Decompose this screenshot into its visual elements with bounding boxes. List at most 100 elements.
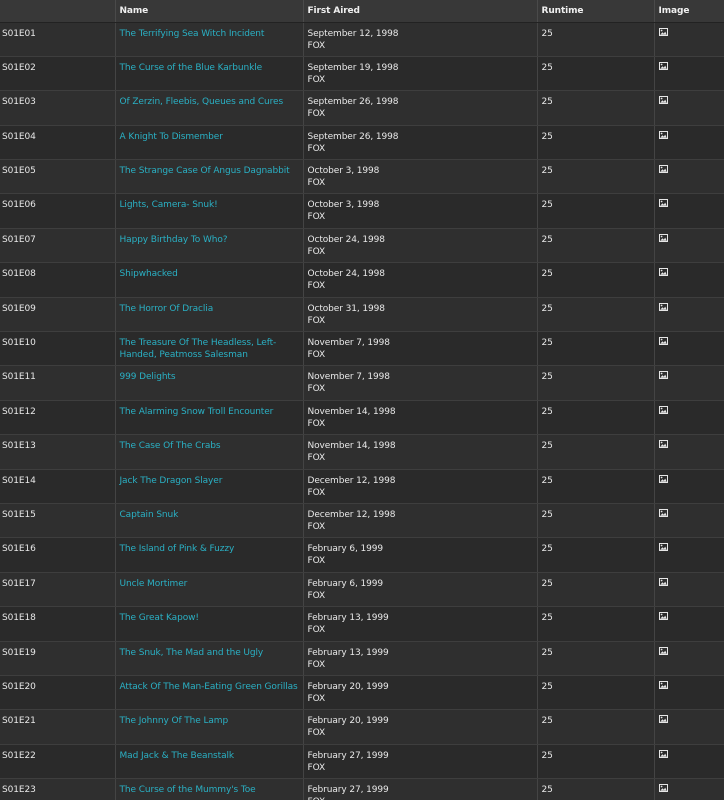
runtime-cell: 25 <box>537 641 655 676</box>
runtime-cell: 25 <box>537 469 655 504</box>
episode-name-cell: The Island of Pink & Fuzzy <box>115 537 304 573</box>
episode-name-link[interactable]: 999 Delights <box>120 372 176 382</box>
episode-name-cell: Lights, Camera- Snuk! <box>115 193 304 229</box>
episode-number: S01E22 <box>2 750 36 761</box>
runtime-cell: 25 <box>537 56 655 92</box>
episode-name-link[interactable]: The Alarming Snow Troll Encounter <box>120 407 274 417</box>
episode-name-cell: The Curse of the Mummy's Toe <box>115 778 304 800</box>
image-icon[interactable] <box>658 646 668 655</box>
image-icon[interactable] <box>658 543 668 552</box>
image-icon[interactable] <box>658 233 668 242</box>
image-cell <box>654 125 724 161</box>
table-row: S01E09 The Horror Of Draclia October 31,… <box>0 297 724 333</box>
image-icon[interactable] <box>658 680 668 689</box>
network-name: FOX <box>307 453 326 464</box>
first-aired-cell: February 20, 1999 FOX <box>303 709 538 745</box>
header-first-aired[interactable]: First Aired <box>303 0 538 23</box>
episode-name-link[interactable]: Uncle Mortimer <box>120 579 188 589</box>
table-row: S01E03 Of Zerzin, Fleebis, Queues and Cu… <box>0 90 724 126</box>
image-icon[interactable] <box>658 130 668 139</box>
image-icon[interactable] <box>658 302 668 311</box>
image-icon[interactable] <box>658 165 668 174</box>
episode-name-link[interactable]: Of Zerzin, Fleebis, Queues and Cures <box>120 97 284 107</box>
first-aired-date: February 6, 1999 <box>307 578 384 589</box>
image-cell <box>654 469 724 504</box>
first-aired-cell: September 26, 1998 FOX <box>303 125 538 161</box>
first-aired-date: September 19, 1998 <box>307 62 399 73</box>
image-icon[interactable] <box>658 27 668 36</box>
episode-number-cell: S01E07 <box>0 228 116 264</box>
image-icon[interactable] <box>658 61 668 70</box>
first-aired-cell: February 27, 1999 FOX <box>303 778 538 800</box>
runtime-cell: 25 <box>537 606 655 642</box>
image-icon[interactable] <box>658 784 668 793</box>
network-name: FOX <box>307 384 326 395</box>
episode-name-link[interactable]: The Horror Of Draclia <box>120 304 214 314</box>
first-aired-cell: December 12, 1998 FOX <box>303 503 538 539</box>
runtime-value: 25 <box>541 234 553 245</box>
episode-number-cell: S01E22 <box>0 744 116 780</box>
episode-name-link[interactable]: Jack The Dragon Slayer <box>120 476 223 486</box>
image-icon[interactable] <box>658 96 668 105</box>
episode-name-link[interactable]: The Johnny Of The Lamp <box>120 716 229 726</box>
episode-name-cell: The Alarming Snow Troll Encounter <box>115 400 304 436</box>
image-icon[interactable] <box>658 612 668 621</box>
image-icon[interactable] <box>658 440 668 449</box>
episode-name-link[interactable]: The Strange Case Of Angus Dagnabbit <box>120 166 290 176</box>
image-icon[interactable] <box>658 715 668 724</box>
episode-name-link[interactable]: Captain Snuk <box>120 510 179 520</box>
episode-name-link[interactable]: The Great Kapow! <box>120 613 199 623</box>
table-row: S01E13 The Case Of The Crabs November 14… <box>0 434 724 470</box>
first-aired-date: February 6, 1999 <box>307 544 384 555</box>
first-aired-date: September 12, 1998 <box>307 28 399 39</box>
image-cell <box>654 641 724 676</box>
table-row: S01E20 Attack Of The Man-Eating Green Go… <box>0 675 724 711</box>
first-aired-cell: February 20, 1999 FOX <box>303 675 538 711</box>
episode-name-link[interactable]: The Terrifying Sea Witch Incident <box>120 29 265 39</box>
image-icon[interactable] <box>658 371 668 380</box>
image-icon[interactable] <box>658 577 668 586</box>
episode-name-link[interactable]: Attack Of The Man-Eating Green Gorillas <box>120 682 298 692</box>
episode-number-cell: S01E06 <box>0 193 116 229</box>
image-icon[interactable] <box>658 474 668 483</box>
image-cell <box>654 400 724 436</box>
episode-name-link[interactable]: The Case Of The Crabs <box>120 441 221 451</box>
network-name: FOX <box>307 40 326 51</box>
network-name: FOX <box>307 762 326 773</box>
header-name[interactable]: Name <box>115 0 304 23</box>
first-aired-date: October 3, 1998 <box>307 166 380 177</box>
image-icon[interactable] <box>658 337 668 346</box>
episode-name-link[interactable]: Happy Birthday To Who? <box>120 235 228 245</box>
image-cell <box>654 331 724 367</box>
image-icon[interactable] <box>658 749 668 758</box>
image-icon[interactable] <box>658 405 668 414</box>
episode-name-cell: Attack Of The Man-Eating Green Gorillas <box>115 675 304 711</box>
runtime-value: 25 <box>541 62 553 73</box>
episode-name-link[interactable]: Shipwhacked <box>120 269 178 279</box>
first-aired-cell: October 3, 1998 FOX <box>303 193 538 229</box>
image-cell <box>654 572 724 608</box>
table-row: S01E06 Lights, Camera- Snuk! October 3, … <box>0 193 724 229</box>
episode-name-cell: The Horror Of Draclia <box>115 297 304 333</box>
header-runtime[interactable]: Runtime <box>537 0 655 23</box>
episode-number-cell: S01E09 <box>0 297 116 333</box>
network-name: FOX <box>307 350 326 361</box>
image-icon[interactable] <box>658 508 668 517</box>
table-row: S01E11 999 Delights November 7, 1998 FOX… <box>0 365 724 401</box>
episode-name-link[interactable]: Mad Jack & The Beanstalk <box>120 751 235 761</box>
episode-name-link[interactable]: The Treasure Of The Headless, Left-Hande… <box>120 338 277 360</box>
episode-name-link[interactable]: Lights, Camera- Snuk! <box>120 200 218 210</box>
episode-name-link[interactable]: The Island of Pink & Fuzzy <box>120 544 235 554</box>
image-icon[interactable] <box>658 199 668 208</box>
episode-number: S01E17 <box>2 578 36 589</box>
episode-name-cell: Shipwhacked <box>115 262 304 298</box>
first-aired-cell: February 27, 1999 FOX <box>303 744 538 780</box>
episode-name-link[interactable]: The Curse of the Mummy's Toe <box>120 785 256 795</box>
episode-name-link[interactable]: The Snuk, The Mad and the Ugly <box>120 648 264 658</box>
episode-name-link[interactable]: A Knight To Dismember <box>120 132 223 142</box>
first-aired-date: November 7, 1998 <box>307 338 391 349</box>
episode-name-link[interactable]: The Curse of the Blue Karbunkle <box>120 63 263 73</box>
image-icon[interactable] <box>658 268 668 277</box>
episode-number-cell: S01E23 <box>0 778 116 800</box>
image-cell <box>654 159 724 195</box>
